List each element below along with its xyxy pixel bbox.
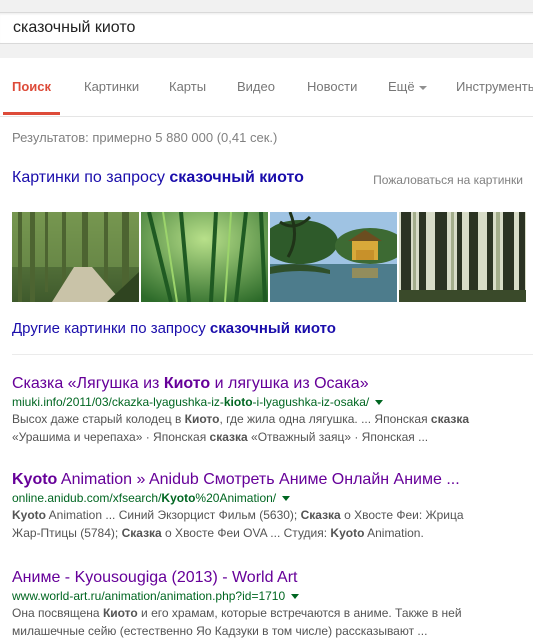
active-tab-indicator: [3, 112, 60, 115]
result-snippet: Она посвящена Киото и его храмам, которы…: [12, 604, 532, 640]
snippet-line: «Урашима и черепаха» · Японская сказка «…: [12, 428, 532, 446]
section-divider: [12, 354, 533, 355]
url-dropdown-arrow-icon[interactable]: [282, 496, 291, 502]
snippet-line: Kyoto Animation ... Синий Экзорцист Филь…: [12, 506, 532, 524]
snippet-highlight: сказка: [209, 430, 248, 444]
snippet-line: Она посвящена Киото и его храмам, которы…: [12, 604, 532, 622]
snippet-text: Она посвящена: [12, 606, 103, 620]
more-images-prefix: Другие картинки по запросу: [12, 320, 210, 337]
search-result-1: Сказка «Лягушка из Киото и лягушка из Ос…: [12, 374, 532, 446]
chevron-down-icon: [418, 85, 427, 90]
result-title[interactable]: Сказка «Лягушка из Киото и лягушка из Ос…: [12, 374, 532, 394]
more-images-query: сказочный киото: [209, 320, 336, 337]
snippet-highlight: Сказка: [300, 508, 341, 522]
images-heading-query: сказочный киото: [169, 169, 304, 186]
tab-maps[interactable]: Карты: [169, 79, 206, 94]
snippet-line: Жар-Птицы (5784); Сказка о Хвосте Феи OV…: [12, 524, 532, 542]
snippet-text: милашечные сейю (естественно Яо Кадзуки …: [12, 624, 428, 638]
search-result-2: Kyoto Animation » Anidub Смотреть Аниме …: [12, 470, 532, 542]
thumbnail-kinkakuji-pavilion[interactable]: [270, 212, 397, 302]
tab-images[interactable]: Картинки: [84, 79, 139, 94]
result-url: online.anidub.com/xfsearch/Kyoto%20Anima…: [12, 490, 532, 506]
url-dropdown-arrow-icon[interactable]: [375, 400, 384, 406]
title-text: Сказка «Лягушка из: [12, 375, 164, 392]
result-url: miuki.info/2011/03/ckazka-lyagushka-iz-k…: [12, 394, 532, 410]
images-heading-prefix: Картинки по запросу: [12, 169, 170, 186]
snippet-highlight: Kyoto: [330, 526, 365, 540]
url-highlight: Kyoto: [161, 491, 196, 505]
search-box[interactable]: [0, 12, 533, 44]
tab-tools[interactable]: Инструменты: [456, 79, 533, 94]
search-result-3: Аниме - Kyousougiga (2013) - World Art w…: [12, 568, 532, 640]
tab-more[interactable]: Ещё: [388, 79, 427, 94]
result-stats: Результатов: примерно 5 880 000 (0,41 се…: [12, 130, 278, 145]
tab-more-label: Ещё: [388, 79, 415, 94]
result-url: www.world-art.ru/animation/animation.php…: [12, 588, 532, 604]
url-text: miuki.info/2011/03/ckazka-lyagushka-iz-: [12, 395, 224, 409]
result-title[interactable]: Kyoto Animation » Anidub Смотреть Аниме …: [12, 470, 532, 490]
snippet-text: Высох даже старый колодец в: [12, 412, 185, 426]
result-snippet: Высох даже старый колодец в Киото, где ж…: [12, 410, 532, 446]
snippet-highlight: Киото: [184, 412, 220, 426]
result-title[interactable]: Аниме - Kyousougiga (2013) - World Art: [12, 568, 532, 588]
thumbnail-bamboo-path[interactable]: [12, 212, 139, 302]
snippet-highlight: Киото: [102, 606, 138, 620]
tab-video[interactable]: Видео: [237, 79, 275, 94]
url-dropdown-arrow-icon[interactable]: [291, 594, 300, 600]
snippet-text: , где жила одна лягушка. ... Японская: [219, 412, 431, 426]
title-text: и лягушка из Осака»: [210, 375, 369, 392]
more-images-link[interactable]: Другие картинки по запросу сказочный кио…: [12, 320, 336, 337]
snippet-text: Animation ... Синий Экзорцист Фильм (563…: [46, 508, 301, 522]
tab-search[interactable]: Поиск: [12, 79, 51, 94]
report-images-link[interactable]: Пожаловаться на картинки: [373, 173, 523, 187]
snippet-highlight: сказка: [430, 412, 470, 426]
snippet-line: Высох даже старый колодец в Киото, где ж…: [12, 410, 532, 428]
search-header: [0, 0, 533, 58]
snippet-line: милашечные сейю (естественно Яо Кадзуки …: [12, 622, 532, 640]
images-heading[interactable]: Картинки по запросу сказочный киото: [12, 169, 304, 187]
search-input[interactable]: [13, 18, 513, 38]
title-highlight: Kyoto: [12, 471, 58, 488]
snippet-highlight: Kyoto: [12, 508, 46, 522]
url-text: -i-lyagushka-iz-osaka/: [252, 395, 370, 409]
url-highlight: kioto: [223, 395, 253, 409]
title-text: Аниме - Kyousougiga (2013) - World Art: [12, 569, 298, 586]
snippet-text: Animation.: [364, 526, 424, 540]
tab-news[interactable]: Новости: [307, 79, 357, 94]
snippet-text: Жар-Птицы (5784);: [12, 526, 122, 540]
title-text: Animation » Anidub Смотреть Аниме Онлайн…: [57, 471, 460, 488]
url-text: www.world-art.ru/animation/animation.php…: [12, 589, 286, 603]
snippet-text: и его храмам, которые встречаются в аним…: [137, 606, 462, 620]
thumbnail-bamboo-forest[interactable]: [141, 212, 268, 302]
snippet-text: о Хвосте Феи OVA ... Студия:: [161, 526, 331, 540]
snippet-text: о Хвосте Феи: Жрица: [340, 508, 464, 522]
thumbnail-bamboo-grove[interactable]: [399, 212, 526, 302]
url-text: online.anidub.com/xfsearch/: [12, 491, 162, 505]
snippet-text: «Урашима и черепаха» · Японская: [12, 430, 210, 444]
url-text: %20Animation/: [195, 491, 277, 505]
title-highlight: Киото: [163, 375, 211, 392]
search-tabs: Поиск Картинки Карты Видео Новости Ещё И…: [0, 58, 533, 117]
result-snippet: Kyoto Animation ... Синий Экзорцист Филь…: [12, 506, 532, 542]
snippet-highlight: Сказка: [121, 526, 162, 540]
snippet-text: «Отважный заяц» · Японская ...: [247, 430, 429, 444]
